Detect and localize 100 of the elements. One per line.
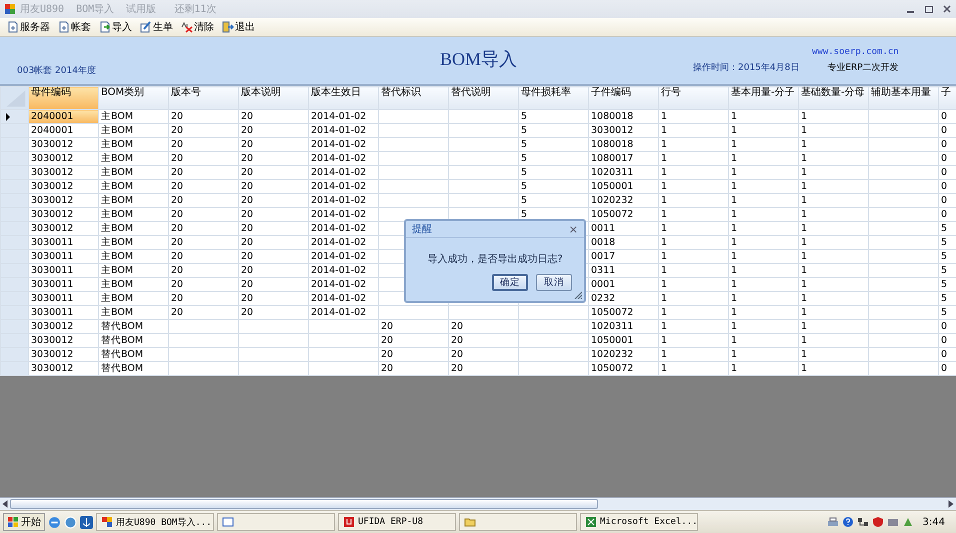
table-cell: 1: [798, 264, 868, 278]
table-cell: 20: [448, 334, 518, 348]
table-cell: 主BOM: [98, 264, 168, 278]
table-cell: 2014-01-02: [308, 166, 378, 180]
page-title: BOM导入: [440, 48, 518, 71]
toolbar-button[interactable]: 生单: [137, 19, 176, 35]
table-cell: 5: [938, 222, 956, 236]
dialog-button[interactable]: 取消: [536, 274, 572, 291]
column-header[interactable]: 母件编码: [28, 86, 98, 110]
toolbar-button[interactable]: 帐套: [55, 19, 94, 35]
table-cell: 替代BOM: [98, 334, 168, 348]
table-cell: 5: [938, 306, 956, 320]
table-cell: 0: [938, 180, 956, 194]
column-header[interactable]: 基本用量-分子: [728, 86, 798, 110]
table-cell: 3030011: [28, 292, 98, 306]
table-cell: 0011: [588, 222, 658, 236]
table-cell: 2014-01-02: [308, 278, 378, 292]
close-button[interactable]: ×: [568, 222, 578, 236]
column-header[interactable]: 版本号: [168, 86, 238, 110]
account-label: 003帐套 2014年度: [17, 64, 96, 77]
table-cell: 1: [658, 292, 728, 306]
table-cell: 5: [518, 138, 588, 152]
clock: 3:44: [922, 516, 945, 528]
table-cell: 20: [168, 166, 238, 180]
table-cell: 20: [238, 110, 308, 124]
table-cell: 1: [658, 110, 728, 124]
table-cell: 主BOM: [98, 292, 168, 306]
column-header[interactable]: 母件损耗率: [518, 86, 588, 110]
table-cell: 2014-01-02: [308, 222, 378, 236]
column-header[interactable]: 子: [938, 86, 956, 110]
website-link[interactable]: www.soerp.com.cn: [812, 47, 899, 57]
table-cell: 主BOM: [98, 222, 168, 236]
table-cell: 1: [798, 110, 868, 124]
table-cell: 2040001: [28, 124, 98, 138]
window-title: 用友U890 BOM导入 试用版 还剩11次: [20, 2, 216, 16]
table-cell: 1: [658, 194, 728, 208]
table-cell: 1080018: [588, 110, 658, 124]
table-cell: 3030011: [28, 306, 98, 320]
column-header[interactable]: 子件编码: [588, 86, 658, 110]
table-cell: 20: [168, 208, 238, 222]
column-header[interactable]: 行号: [658, 86, 728, 110]
table-cell: 1: [658, 320, 728, 334]
table-cell: 20: [238, 236, 308, 250]
table-cell: 3030012: [588, 124, 658, 138]
table-cell: 20: [378, 348, 448, 362]
table-cell: 5: [518, 194, 588, 208]
table-cell: 1: [728, 306, 798, 320]
table-cell: 20: [238, 166, 308, 180]
table-cell: 5: [938, 236, 956, 250]
table-cell: 3030012: [28, 152, 98, 166]
column-header[interactable]: 版本生效日: [308, 86, 378, 110]
table-cell: 1: [798, 152, 868, 166]
table-cell: 20: [168, 124, 238, 138]
table-cell: 主BOM: [98, 236, 168, 250]
toolbar-button[interactable]: 服务器: [4, 19, 53, 35]
taskbar-button[interactable]: Microsoft Excel...: [580, 513, 698, 531]
table-cell: 20: [238, 208, 308, 222]
table-cell: 3030012: [28, 348, 98, 362]
table-cell: 1: [728, 180, 798, 194]
table-cell: 1: [658, 152, 728, 166]
table-cell: 20: [238, 306, 308, 320]
table-cell: 0018: [588, 236, 658, 250]
toolbar-button[interactable]: 退出: [219, 19, 258, 35]
table-cell: 0: [938, 138, 956, 152]
table-cell: 1: [658, 138, 728, 152]
table-cell: 3030012: [28, 222, 98, 236]
table-cell: 2014-01-02: [308, 306, 378, 320]
table-cell: 1: [728, 110, 798, 124]
table-cell: 0: [938, 166, 956, 180]
taskbar-button[interactable]: UFIDA ERP-U8: [338, 513, 456, 531]
table-cell: 1: [658, 278, 728, 292]
column-header[interactable]: BOM类别: [98, 86, 168, 110]
taskbar-button[interactable]: 用友U890 BOM导入...: [96, 513, 214, 531]
column-header[interactable]: 替代标识: [378, 86, 448, 110]
dialog-button[interactable]: 确定: [492, 274, 528, 291]
toolbar-button[interactable]: 清除: [178, 19, 217, 35]
table-cell: 1: [658, 166, 728, 180]
table-cell: 3030011: [28, 236, 98, 250]
table-cell: 1: [728, 208, 798, 222]
table-cell: 5: [518, 124, 588, 138]
table-cell: 1: [798, 348, 868, 362]
start-button[interactable]: 开始: [3, 513, 45, 531]
table-cell: 20: [238, 124, 308, 138]
table-cell: 1: [798, 320, 868, 334]
column-header[interactable]: 基础数量-分母: [798, 86, 868, 110]
table-cell: 20: [238, 194, 308, 208]
table-cell: 1: [798, 194, 868, 208]
table-cell: 3030011: [28, 278, 98, 292]
table-cell: 1: [658, 236, 728, 250]
table-cell: 1: [798, 222, 868, 236]
toolbar-button[interactable]: 导入: [96, 19, 135, 35]
column-header[interactable]: 辅助基本用量: [868, 86, 938, 110]
table-cell: 1050001: [588, 180, 658, 194]
slogan: 专业ERP二次开发: [827, 62, 899, 74]
table-cell: 3030012: [28, 180, 98, 194]
column-header[interactable]: 替代说明: [448, 86, 518, 110]
table-cell: 主BOM: [98, 306, 168, 320]
table-cell: 20: [168, 264, 238, 278]
table-cell: 1: [658, 334, 728, 348]
column-header[interactable]: 版本说明: [238, 86, 308, 110]
